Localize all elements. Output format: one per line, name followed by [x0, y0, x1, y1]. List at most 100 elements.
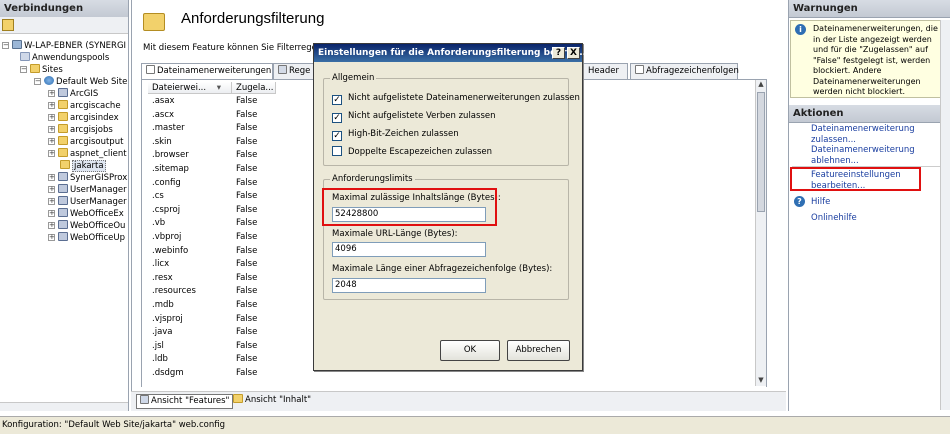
view-content-button[interactable]: Ansicht "Inhalt" — [230, 394, 314, 409]
action-online-help[interactable]: Onlinehilfe — [811, 213, 857, 224]
tree-item-usermanager-2[interactable]: + UserManager — [48, 196, 127, 208]
feature-folder-icon — [143, 13, 165, 31]
tree-item-arcgisjobs[interactable]: + arcgisjobs — [48, 124, 113, 136]
action-help[interactable]: Hilfe — [811, 197, 830, 208]
right-vscrollbar[interactable] — [940, 20, 950, 410]
max-query-length-input[interactable]: 2048 — [332, 278, 486, 293]
application-icon — [58, 184, 68, 193]
collapse-icon[interactable]: − — [34, 78, 41, 85]
tree-item-jakarta[interactable]: jakarta — [60, 160, 106, 172]
allow-unlisted-verbs-checkbox[interactable]: ✓ Nicht aufgelistete Verben zulassen — [332, 110, 496, 123]
view-features-button[interactable]: Ansicht "Features" — [136, 394, 234, 409]
checkbox-checked-icon[interactable]: ✓ — [332, 131, 342, 141]
action-deny-extension[interactable]: Dateinamenerweiterung ablehnen... — [811, 145, 916, 167]
main-vscrollbar[interactable]: ▲ ▼ — [755, 80, 766, 386]
table-row[interactable]: .licx False — [148, 258, 276, 272]
checkbox-checked-icon[interactable]: ✓ — [332, 95, 342, 105]
globe-icon — [44, 76, 54, 85]
table-row[interactable]: .asax False — [148, 95, 276, 109]
allowed-cell: False — [236, 96, 258, 106]
tab-query-strings[interactable]: Abfragezeichenfolgen — [630, 63, 739, 79]
help-title-button[interactable]: ? — [552, 47, 565, 59]
table-row[interactable]: .config False — [148, 177, 276, 191]
table-row[interactable]: .ascx False — [148, 109, 276, 123]
close-title-button[interactable]: X — [567, 47, 580, 59]
scroll-thumb[interactable] — [757, 92, 765, 212]
table-row[interactable]: .resx False — [148, 272, 276, 286]
tree-item-arcgiscache[interactable]: + arcgiscache — [48, 100, 121, 112]
allow-high-bit-checkbox[interactable]: ✓ High-Bit-Zeichen zulassen — [332, 128, 459, 141]
tree-item-webofficeex[interactable]: + WebOfficeEx — [48, 208, 124, 220]
tree-item-arcgis[interactable]: + ArcGIS — [48, 88, 98, 100]
table-row[interactable]: .vbproj False — [148, 231, 276, 245]
expand-icon[interactable]: + — [48, 138, 55, 145]
table-row[interactable]: .resources False — [148, 285, 276, 299]
collapse-icon[interactable]: − — [20, 66, 27, 73]
allow-unlisted-extensions-checkbox[interactable]: ✓ Nicht aufgelistete Dateinamenerweiterun… — [332, 92, 580, 105]
allowed-cell: False — [236, 177, 258, 188]
table-row[interactable]: .jsl False — [148, 340, 276, 354]
tree-item-webofficeou[interactable]: + WebOfficeOu — [48, 220, 125, 232]
warning-text: Dateinamenerweiterungen, die in der List… — [813, 24, 938, 96]
scroll-up-icon[interactable]: ▲ — [756, 80, 766, 90]
expand-icon[interactable]: + — [48, 150, 55, 157]
expand-icon[interactable]: + — [48, 114, 55, 121]
allowed-cell: False — [236, 136, 258, 147]
table-row[interactable]: .csproj False — [148, 204, 276, 218]
tree-item-app-pools[interactable]: Anwendungspools — [20, 52, 109, 64]
status-text: Konfiguration: "Default Web Site/jakarta… — [2, 420, 226, 430]
expand-icon[interactable]: + — [48, 222, 55, 229]
collapse-icon[interactable]: − — [2, 42, 9, 49]
connections-hscrollbar[interactable] — [0, 402, 128, 411]
checkbox-checked-icon[interactable]: ✓ — [332, 113, 342, 123]
ok-button[interactable]: OK — [440, 340, 500, 361]
tree-item-default-web-site[interactable]: − Default Web Site — [34, 76, 127, 88]
table-row[interactable]: .master False — [148, 122, 276, 136]
expand-icon[interactable]: + — [48, 90, 55, 97]
tab-rules[interactable]: Rege — [273, 63, 315, 79]
new-connection-icon[interactable] — [2, 19, 14, 31]
extension-cell: .licx — [152, 259, 170, 270]
expand-icon[interactable]: + — [48, 102, 55, 109]
tab-file-extensions[interactable]: Dateinamenerweiterungen — [141, 63, 273, 80]
tab-header[interactable]: Header — [583, 63, 628, 79]
tree-item-server[interactable]: − W-LAP-EBNER (SYNERGI — [2, 40, 126, 52]
expand-icon[interactable]: + — [48, 126, 55, 133]
action-allow-extension[interactable]: Dateinamenerweiterung zulassen... — [811, 124, 916, 146]
table-row[interactable]: .ldb False — [148, 353, 276, 367]
tree-item-webofficeup[interactable]: + WebOfficeUp — [48, 232, 125, 244]
scroll-down-icon[interactable]: ▼ — [756, 376, 766, 386]
table-row[interactable]: .mdb False — [148, 299, 276, 313]
expand-icon[interactable]: + — [48, 234, 55, 241]
tree-item-sites[interactable]: − Sites — [20, 64, 63, 76]
table-row[interactable]: .sitemap False — [148, 163, 276, 177]
tree-item-arcgisoutput[interactable]: + arcgisoutput — [48, 136, 123, 148]
expand-icon[interactable]: + — [48, 210, 55, 217]
table-row[interactable]: .dsdgm False — [148, 367, 276, 381]
tree-item-synergisprox[interactable]: + SynerGISProx — [48, 172, 127, 184]
tree-item-arcgisindex[interactable]: + arcgisindex — [48, 112, 119, 124]
extension-cell: .cs — [152, 191, 164, 202]
table-row[interactable]: .vb False — [148, 217, 276, 231]
cancel-button[interactable]: Abbrechen — [507, 340, 570, 361]
column-header-allowed[interactable]: Zugela... — [232, 82, 276, 94]
allow-double-escaping-checkbox[interactable]: Doppelte Escapezeichen zulassen — [332, 146, 492, 158]
application-icon — [58, 232, 68, 241]
extension-cell: .ascx — [152, 109, 175, 120]
extension-cell: .config — [152, 177, 181, 188]
column-header-extension[interactable]: Dateierwei... ▾ — [148, 82, 232, 94]
expand-icon[interactable]: + — [48, 174, 55, 181]
table-row[interactable]: .browser False — [148, 149, 276, 163]
expand-icon[interactable]: + — [48, 198, 55, 205]
sort-arrow-icon: ▾ — [216, 83, 221, 93]
table-row[interactable]: .cs False — [148, 190, 276, 204]
max-url-length-input[interactable]: 4096 — [332, 242, 486, 257]
expand-icon[interactable]: + — [48, 186, 55, 193]
table-row[interactable]: .vjsproj False — [148, 313, 276, 327]
table-row[interactable]: .webinfo False — [148, 245, 276, 259]
tree-item-usermanager-1[interactable]: + UserManager — [48, 184, 127, 196]
tree-item-aspnet-client[interactable]: + aspnet_client — [48, 148, 127, 160]
checkbox-unchecked-icon[interactable] — [332, 146, 342, 156]
table-row[interactable]: .java False — [148, 326, 276, 340]
table-row[interactable]: .skin False — [148, 136, 276, 150]
